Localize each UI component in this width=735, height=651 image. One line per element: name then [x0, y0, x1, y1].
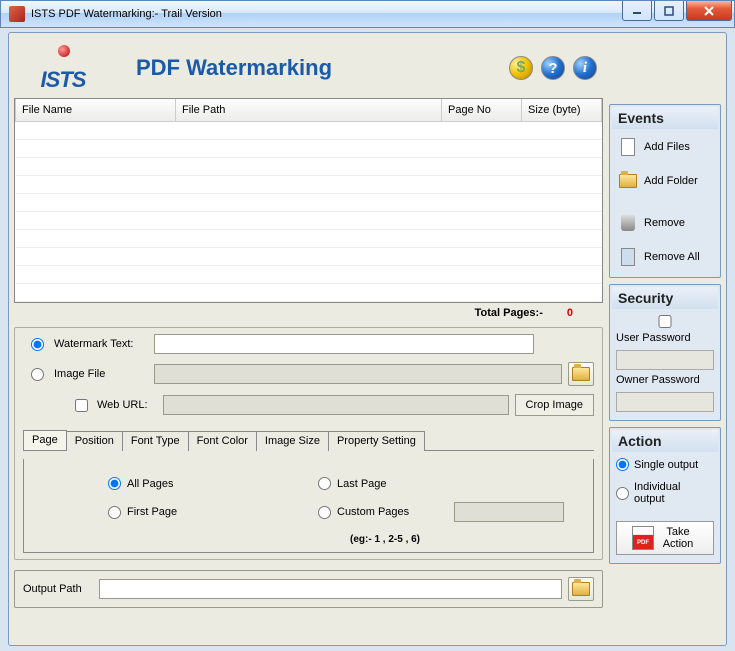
tab-font-type[interactable]: Font Type: [122, 431, 189, 451]
user-password-input: [616, 350, 714, 370]
table-row: [16, 193, 602, 211]
table-row: [16, 157, 602, 175]
watermark-text-input[interactable]: [154, 334, 534, 354]
security-title: Security: [612, 287, 718, 309]
app-title: PDF Watermarking: [126, 55, 489, 81]
watermark-text-label: Watermark Text:: [54, 338, 148, 350]
tab-bar: Page Position Font Type Font Color Image…: [23, 430, 594, 451]
tab-page[interactable]: Page: [23, 430, 67, 450]
remove-all-button[interactable]: Remove All: [616, 245, 714, 269]
browse-output-button[interactable]: [568, 577, 594, 601]
table-row: [16, 265, 602, 283]
security-checkbox[interactable]: [616, 315, 714, 328]
tab-font-color[interactable]: Font Color: [188, 431, 257, 451]
output-path-input[interactable]: [99, 579, 562, 599]
table-row: [16, 229, 602, 247]
pdf-icon: PDF: [632, 526, 654, 550]
help-icon[interactable]: ?: [541, 56, 565, 80]
custom-pages-example: (eg:- 1 , 2-5 , 6): [34, 534, 583, 545]
watermark-panel: Watermark Text: Image File Web URL: Crop…: [14, 327, 603, 560]
output-path-row: Output Path: [14, 570, 603, 608]
close-button[interactable]: [686, 1, 732, 21]
last-page-radio[interactable]: [318, 477, 331, 490]
titlebar[interactable]: ISTS PDF Watermarking:- Trail Version: [0, 0, 735, 28]
tab-property-setting[interactable]: Property Setting: [328, 431, 425, 451]
tab-image-size[interactable]: Image Size: [256, 431, 329, 451]
col-size[interactable]: Size (byte): [522, 99, 602, 121]
file-grid[interactable]: File Name File Path Page No Size (byte): [14, 98, 603, 303]
total-pages: Total Pages:-0: [14, 303, 603, 323]
remove-button[interactable]: Remove: [616, 211, 714, 235]
header: ISTS PDF Watermarking $ ? i: [14, 38, 603, 98]
window-title: ISTS PDF Watermarking:- Trail Version: [31, 8, 222, 20]
logo: ISTS: [20, 43, 106, 93]
tab-position[interactable]: Position: [66, 431, 123, 451]
first-page-radio[interactable]: [108, 506, 121, 519]
table-row: [16, 175, 602, 193]
individual-output-radio[interactable]: [616, 487, 629, 500]
single-output-radio[interactable]: [616, 458, 629, 471]
owner-password-label: Owner Password: [616, 374, 714, 386]
web-url-label: Web URL:: [97, 399, 157, 411]
add-folder-icon: [618, 171, 638, 191]
table-row: [16, 283, 602, 301]
image-file-input: [154, 364, 562, 384]
folder-icon: [572, 367, 590, 381]
action-title: Action: [612, 430, 718, 452]
table-row: [16, 247, 602, 265]
browse-image-button[interactable]: [568, 362, 594, 386]
table-row: [16, 211, 602, 229]
col-filepath[interactable]: File Path: [176, 99, 442, 121]
crop-image-button[interactable]: Crop Image: [515, 394, 594, 416]
add-folder-button[interactable]: Add Folder: [616, 169, 714, 193]
user-password-label: User Password: [616, 332, 714, 344]
maximize-button[interactable]: [654, 1, 684, 21]
tab-body-page: All Pages Last Page First Page Custom Pa…: [23, 459, 594, 553]
app-icon: [9, 6, 25, 22]
output-path-label: Output Path: [23, 583, 93, 595]
main-frame: ISTS PDF Watermarking $ ? i File Name Fi…: [8, 32, 727, 646]
remove-all-icon: [618, 247, 638, 267]
table-row: [16, 121, 602, 139]
owner-password-input: [616, 392, 714, 412]
image-file-label: Image File: [54, 368, 148, 380]
col-pageno[interactable]: Page No: [442, 99, 522, 121]
web-url-input: [163, 395, 509, 415]
purchase-icon[interactable]: $: [509, 56, 533, 80]
take-action-button[interactable]: PDF Take Action: [616, 521, 714, 555]
col-filename[interactable]: File Name: [16, 99, 176, 121]
web-url-checkbox[interactable]: [75, 399, 88, 412]
add-files-icon: [618, 137, 638, 157]
image-file-radio[interactable]: [31, 368, 44, 381]
table-row: [16, 139, 602, 157]
trash-icon: [618, 213, 638, 233]
events-panel: Events Add Files Add Folder Remove Remov…: [609, 104, 721, 278]
info-icon[interactable]: i: [573, 56, 597, 80]
folder-icon: [572, 582, 590, 596]
all-pages-radio[interactable]: [108, 477, 121, 490]
custom-pages-input: [454, 502, 564, 522]
add-files-button[interactable]: Add Files: [616, 135, 714, 159]
custom-pages-radio[interactable]: [318, 506, 331, 519]
watermark-text-radio[interactable]: [31, 338, 44, 351]
events-title: Events: [612, 107, 718, 129]
action-panel: Action Single output Individual output P…: [609, 427, 721, 564]
security-panel: Security User Password Owner Password: [609, 284, 721, 421]
minimize-button[interactable]: [622, 1, 652, 21]
